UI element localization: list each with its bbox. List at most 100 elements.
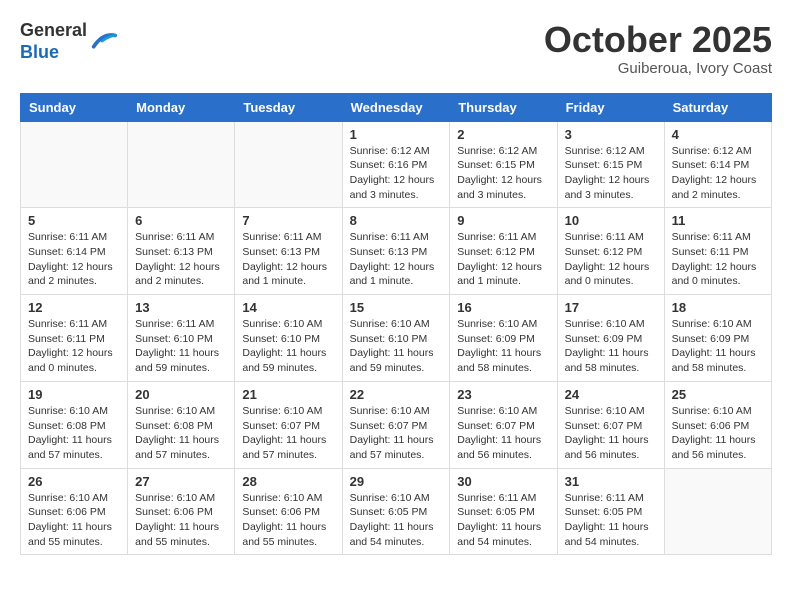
day-info: Sunrise: 6:10 AMSunset: 6:07 PMDaylight:… [457,404,549,463]
calendar-cell: 12 Sunrise: 6:11 AMSunset: 6:11 PMDayligh… [21,295,128,382]
calendar-cell [21,121,128,208]
calendar-cell: 11 Sunrise: 6:11 AMSunset: 6:11 PMDayligh… [664,208,771,295]
day-number: 7 [242,213,334,228]
day-number: 3 [565,127,657,142]
day-number: 5 [28,213,120,228]
day-number: 18 [672,300,764,315]
calendar-cell: 26 Sunrise: 6:10 AMSunset: 6:06 PMDayligh… [21,468,128,555]
day-number: 6 [135,213,227,228]
day-info: Sunrise: 6:10 AMSunset: 6:06 PMDaylight:… [242,491,334,550]
day-number: 1 [350,127,443,142]
day-number: 25 [672,387,764,402]
day-info: Sunrise: 6:12 AMSunset: 6:14 PMDaylight:… [672,144,764,203]
day-number: 8 [350,213,443,228]
weekday-header-thursday: Thursday [450,93,557,121]
calendar-cell: 3 Sunrise: 6:12 AMSunset: 6:15 PMDaylight… [557,121,664,208]
day-info: Sunrise: 6:10 AMSunset: 6:10 PMDaylight:… [242,317,334,376]
day-number: 27 [135,474,227,489]
calendar-cell: 10 Sunrise: 6:11 AMSunset: 6:12 PMDayligh… [557,208,664,295]
calendar-cell: 27 Sunrise: 6:10 AMSunset: 6:06 PMDayligh… [128,468,235,555]
calendar-cell: 9 Sunrise: 6:11 AMSunset: 6:12 PMDaylight… [450,208,557,295]
weekday-header-sunday: Sunday [21,93,128,121]
calendar-cell: 30Sunrise: 6:11 AMSunset: 6:05 PMDayligh… [450,468,557,555]
day-info: Sunrise: 6:10 AMSunset: 6:06 PMDaylight:… [672,404,764,463]
day-info: Sunrise: 6:11 AMSunset: 6:13 PMDaylight:… [135,230,227,289]
day-info: Sunrise: 6:11 AMSunset: 6:12 PMDaylight:… [457,230,549,289]
day-number: 10 [565,213,657,228]
day-info: Sunrise: 6:10 AMSunset: 6:09 PMDaylight:… [457,317,549,376]
calendar-cell: 19Sunrise: 6:10 AMSunset: 6:08 PMDayligh… [21,381,128,468]
calendar-week-3: 12 Sunrise: 6:11 AMSunset: 6:11 PMDayligh… [21,295,772,382]
day-number: 2 [457,127,549,142]
day-info: Sunrise: 6:11 AMSunset: 6:11 PMDaylight:… [672,230,764,289]
day-info: Sunrise: 6:10 AMSunset: 6:06 PMDaylight:… [135,491,227,550]
day-info: Sunrise: 6:11 AMSunset: 6:05 PMDaylight:… [457,491,549,550]
day-number: 24 [565,387,657,402]
calendar-cell: 14 Sunrise: 6:10 AMSunset: 6:10 PMDayligh… [235,295,342,382]
calendar-cell [235,121,342,208]
calendar-cell: 23 Sunrise: 6:10 AMSunset: 6:07 PMDayligh… [450,381,557,468]
day-info: Sunrise: 6:11 AMSunset: 6:10 PMDaylight:… [135,317,227,376]
day-info: Sunrise: 6:11 AMSunset: 6:11 PMDaylight:… [28,317,120,376]
day-info: Sunrise: 6:12 AMSunset: 6:15 PMDaylight:… [565,144,657,203]
calendar-week-1: 1 Sunrise: 6:12 AMSunset: 6:16 PMDaylight… [21,121,772,208]
weekday-header-monday: Monday [128,93,235,121]
calendar-cell: 8 Sunrise: 6:11 AMSunset: 6:13 PMDaylight… [342,208,450,295]
calendar-cell: 18Sunrise: 6:10 AMSunset: 6:09 PMDayligh… [664,295,771,382]
calendar-cell: 20Sunrise: 6:10 AMSunset: 6:08 PMDayligh… [128,381,235,468]
logo-general: General [20,20,87,40]
location: Guiberoua, Ivory Coast [544,60,772,77]
day-number: 19 [28,387,120,402]
day-number: 12 [28,300,120,315]
day-info: Sunrise: 6:10 AMSunset: 6:05 PMDaylight:… [350,491,443,550]
calendar-cell: 17Sunrise: 6:10 AMSunset: 6:09 PMDayligh… [557,295,664,382]
day-number: 14 [242,300,334,315]
calendar-cell: 29 Sunrise: 6:10 AMSunset: 6:05 PMDayligh… [342,468,450,555]
calendar-table: SundayMondayTuesdayWednesdayThursdayFrid… [20,93,772,556]
month-title: October 2025 [544,20,772,60]
weekday-header-friday: Friday [557,93,664,121]
day-info: Sunrise: 6:12 AMSunset: 6:16 PMDaylight:… [350,144,443,203]
calendar-cell: 6 Sunrise: 6:11 AMSunset: 6:13 PMDaylight… [128,208,235,295]
day-number: 22 [350,387,443,402]
day-number: 13 [135,300,227,315]
calendar-cell [664,468,771,555]
calendar-week-2: 5 Sunrise: 6:11 AMSunset: 6:14 PMDaylight… [21,208,772,295]
calendar-week-4: 19 Sunrise: 6:10 AMSunset: 6:08 PMDayligh… [21,381,772,468]
day-number: 26 [28,474,120,489]
day-info: Sunrise: 6:10 AMSunset: 6:07 PMDaylight:… [565,404,657,463]
calendar-week-5: 26 Sunrise: 6:10 AMSunset: 6:06 PMDayligh… [21,468,772,555]
calendar-cell: 2Sunrise: 6:12 AMSunset: 6:15 PMDaylight… [450,121,557,208]
calendar-cell: 21Sunrise: 6:10 AMSunset: 6:07 PMDayligh… [235,381,342,468]
calendar-cell: 15Sunrise: 6:10 AMSunset: 6:10 PMDayligh… [342,295,450,382]
day-number: 16 [457,300,549,315]
day-info: Sunrise: 6:10 AMSunset: 6:08 PMDaylight:… [135,404,227,463]
day-info: Sunrise: 6:11 AMSunset: 6:13 PMDaylight:… [242,230,334,289]
day-info: Sunrise: 6:10 AMSunset: 6:07 PMDaylight:… [242,404,334,463]
day-number: 11 [672,213,764,228]
calendar-cell: 25 Sunrise: 6:10 AMSunset: 6:06 PMDayligh… [664,381,771,468]
logo-blue: Blue [20,42,59,62]
day-number: 23 [457,387,549,402]
calendar-cell: 5 Sunrise: 6:11 AMSunset: 6:14 PMDaylight… [21,208,128,295]
day-number: 28 [242,474,334,489]
day-number: 15 [350,300,443,315]
day-number: 17 [565,300,657,315]
calendar-cell: 1 Sunrise: 6:12 AMSunset: 6:16 PMDaylight… [342,121,450,208]
calendar-cell: 22 Sunrise: 6:10 AMSunset: 6:07 PMDayligh… [342,381,450,468]
page-header: General Blue October 2025 Guiberoua, Ivo… [20,20,772,77]
day-info: Sunrise: 6:11 AMSunset: 6:14 PMDaylight:… [28,230,120,289]
day-number: 29 [350,474,443,489]
logo: General Blue [20,20,117,63]
weekday-header-wednesday: Wednesday [342,93,450,121]
day-info: Sunrise: 6:11 AMSunset: 6:05 PMDaylight:… [565,491,657,550]
weekday-header-tuesday: Tuesday [235,93,342,121]
day-info: Sunrise: 6:11 AMSunset: 6:13 PMDaylight:… [350,230,443,289]
calendar-cell [128,121,235,208]
calendar-cell: 13 Sunrise: 6:11 AMSunset: 6:10 PMDayligh… [128,295,235,382]
day-number: 9 [457,213,549,228]
day-info: Sunrise: 6:11 AMSunset: 6:12 PMDaylight:… [565,230,657,289]
day-info: Sunrise: 6:10 AMSunset: 6:06 PMDaylight:… [28,491,120,550]
day-info: Sunrise: 6:10 AMSunset: 6:07 PMDaylight:… [350,404,443,463]
weekday-header-saturday: Saturday [664,93,771,121]
